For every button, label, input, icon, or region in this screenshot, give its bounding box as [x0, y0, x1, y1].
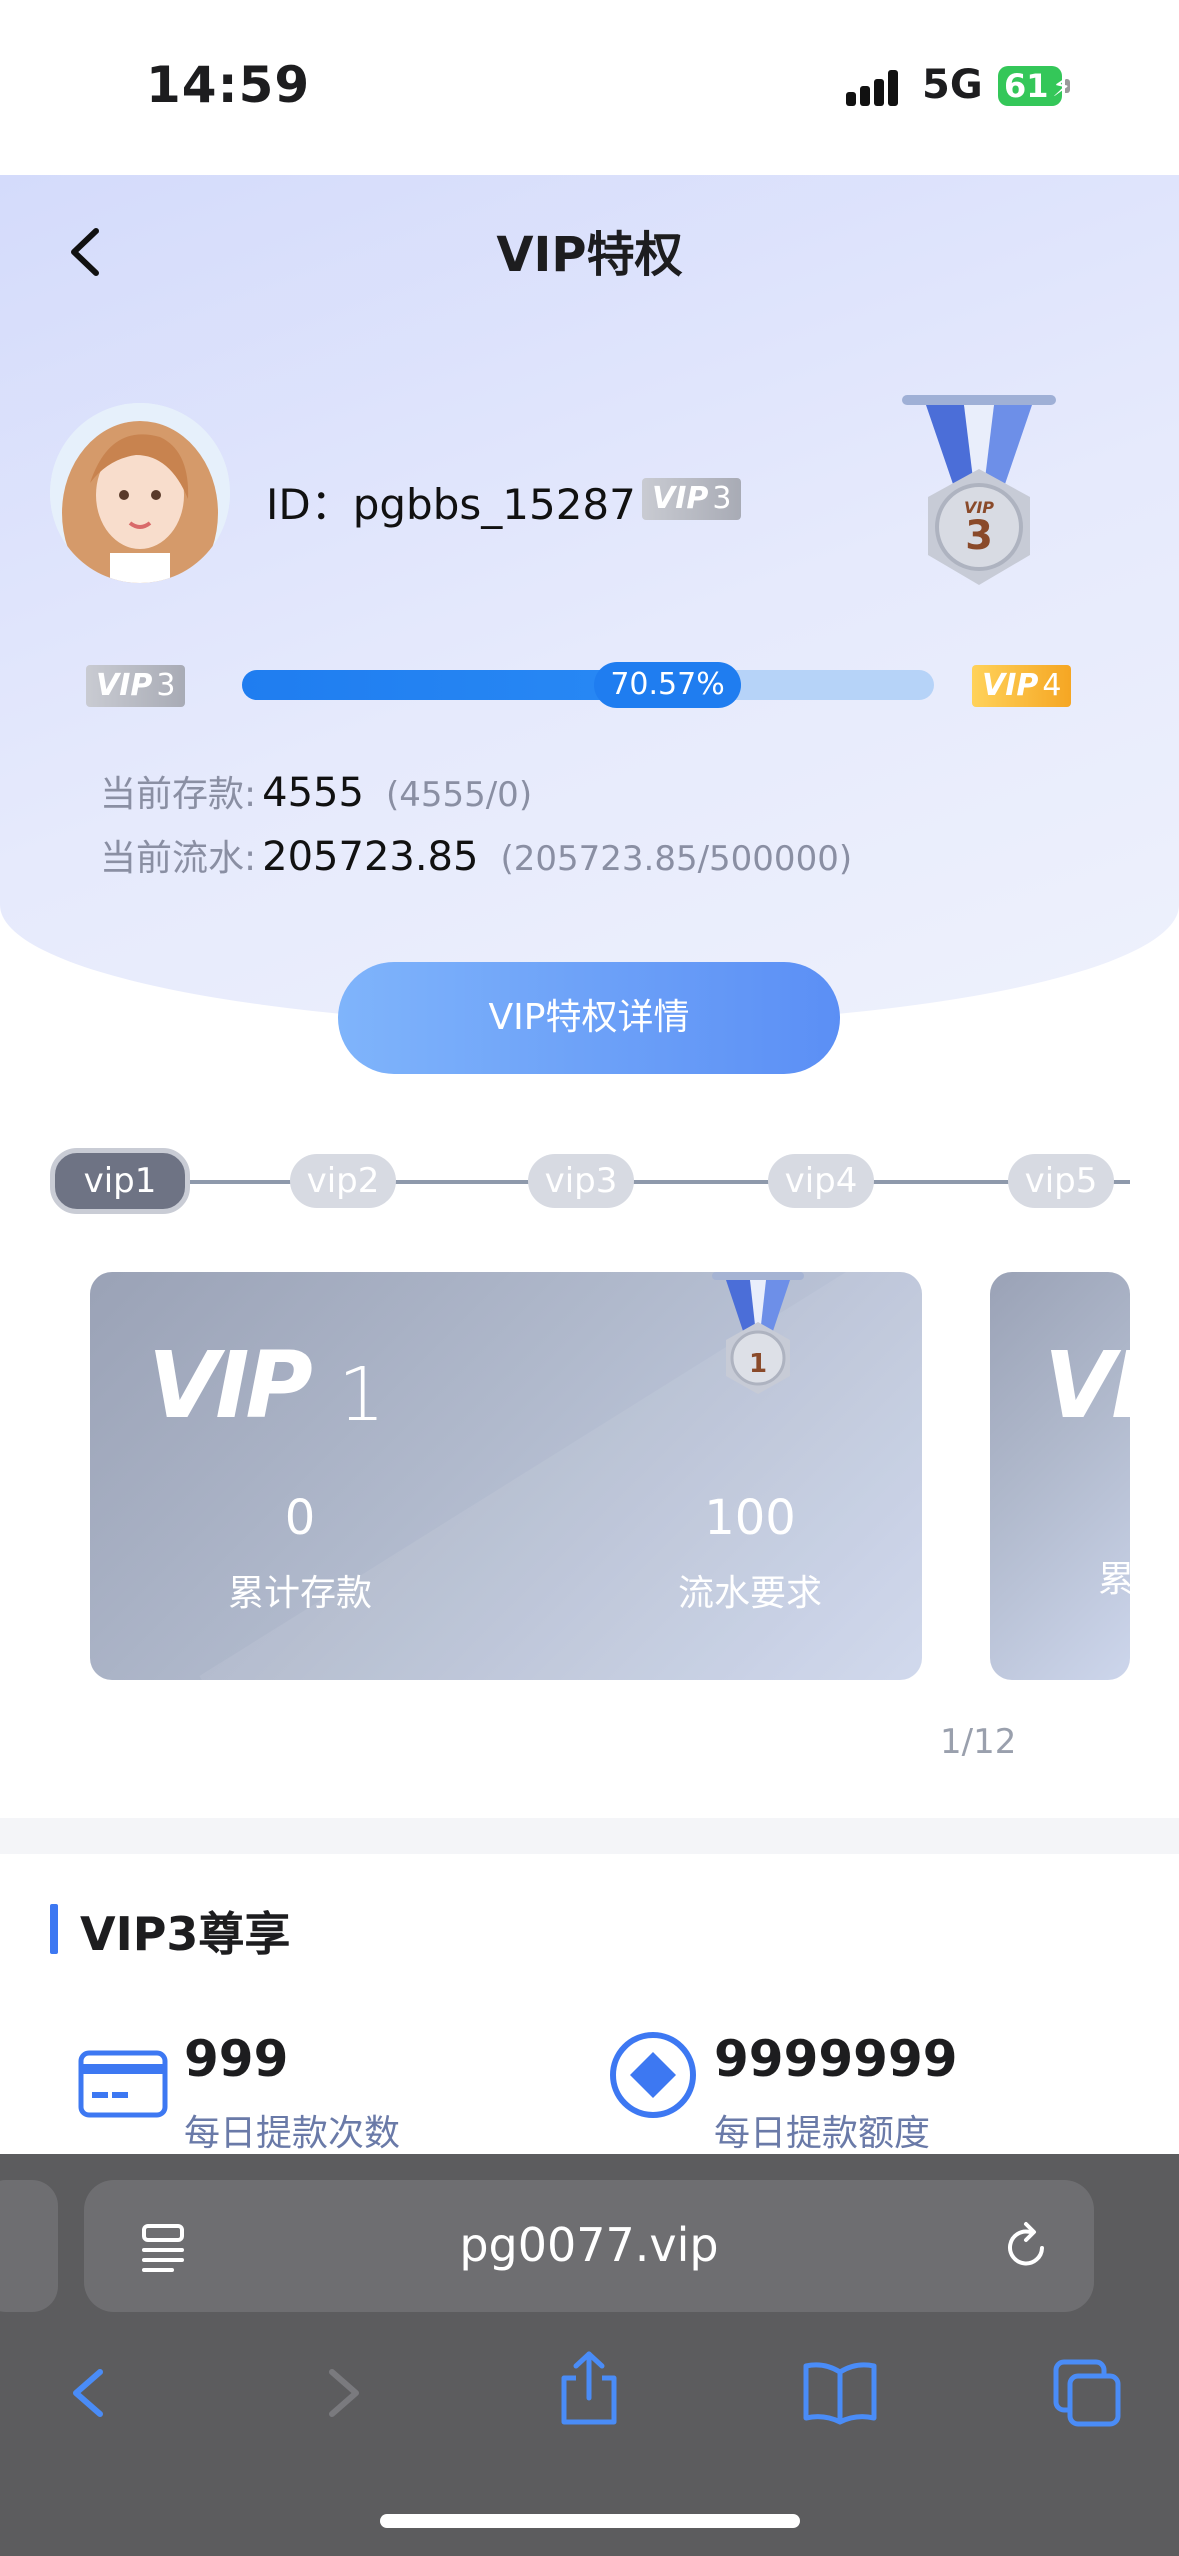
browser-back-icon[interactable] [60, 2358, 120, 2432]
card-deposit-label: 累计存款 [227, 1573, 372, 1614]
status-bar: 14:59 5G 61 ⚡ [0, 0, 1179, 175]
level-tab-vip1[interactable]: vip1 [50, 1148, 190, 1214]
avatar [50, 403, 230, 583]
vip-level-card-next[interactable]: VI 累 [990, 1272, 1130, 1680]
deposit-row: 当前存款: 4555 (4555/0) [100, 765, 532, 817]
deposit-label: 当前存款: [100, 774, 257, 815]
medal-level: 3 [965, 513, 993, 559]
previous-tab[interactable] [0, 2180, 58, 2312]
perk-label: 每日提款次数 [184, 2113, 401, 2154]
current-level-chip: VIP 3 [86, 665, 186, 707]
card-deposit: 0 累计存款 [150, 1490, 450, 1616]
card-vip-text: VIP [148, 1332, 313, 1439]
next-level-label: VIP [982, 668, 1039, 703]
level-progress-bar: 70.57% [242, 662, 934, 708]
card-turnover-label: 流水要求 [677, 1573, 822, 1614]
current-level-label: VIP [96, 668, 153, 703]
status-time: 14:59 [146, 56, 311, 114]
section-title: VIP3尊享 [50, 1898, 290, 1964]
card-deposit-value: 0 [284, 1490, 316, 1546]
vip-hero: VIP特权 ID：pgbbs_15287 VIP 3 VIP 3 VIP 3 7… [0, 175, 1179, 1025]
vip-level-card[interactable]: VIP 1 1 0 累计存款 100 流水要求 [90, 1272, 922, 1680]
turnover-value: 205723.85 [262, 834, 479, 880]
next-level-chip: VIP 4 [972, 665, 1072, 707]
bookmarks-icon[interactable] [800, 2358, 880, 2432]
signal-icon [846, 68, 906, 106]
perk-value: 999 [184, 2030, 289, 2088]
level-tab-vip3[interactable]: vip3 [528, 1154, 634, 1208]
card-medal-level: 1 [749, 1349, 767, 1379]
level-tab-vip5[interactable]: vip5 [1008, 1154, 1114, 1208]
level-tab-vip4[interactable]: vip4 [768, 1154, 874, 1208]
battery-level: 61 [1004, 67, 1049, 105]
tabs-icon[interactable] [1052, 2358, 1124, 2434]
card-turnover-value: 100 [704, 1490, 796, 1546]
url-bar[interactable]: pg0077.vip [84, 2180, 1094, 2312]
next-level-num: 4 [1042, 668, 1062, 703]
vip-level-badge: VIP 3 [642, 478, 742, 520]
browser-forward-icon[interactable] [312, 2358, 372, 2432]
level-tab-vip2[interactable]: vip2 [290, 1154, 396, 1208]
progress-percent: 70.57% [594, 662, 741, 708]
network-type: 5G [922, 62, 983, 108]
card-turnover: 100 流水要求 [600, 1490, 900, 1616]
peek-vip-text: VI [1044, 1332, 1130, 1439]
perk-value: 9999999 [714, 2030, 958, 2088]
deposit-detail: (4555/0) [385, 775, 533, 815]
card-icon [78, 2050, 168, 2124]
share-icon[interactable] [556, 2348, 622, 2432]
deposit-value: 4555 [262, 770, 364, 816]
peek-label: 累 [1098, 1559, 1130, 1600]
medal-icon: VIP 3 [894, 387, 1064, 617]
charging-icon: ⚡ [1052, 70, 1072, 103]
current-level-num: 3 [156, 668, 176, 703]
medal-icon-small: 1 [708, 1272, 808, 1422]
turnover-label: 当前流水: [100, 838, 257, 879]
section-divider [0, 1818, 1179, 1854]
user-id: ID：pgbbs_15287 [266, 480, 636, 529]
url-text: pg0077.vip [459, 2218, 719, 2272]
vip-badge-level: 3 [712, 481, 732, 516]
vip-detail-button[interactable]: VIP特权详情 [338, 962, 840, 1074]
turnover-row: 当前流水: 205723.85 (205723.85/500000) [100, 829, 852, 881]
turnover-detail: (205723.85/500000) [500, 839, 853, 879]
browser-toolbar: pg0077.vip [0, 2154, 1179, 2556]
home-indicator[interactable] [380, 2514, 800, 2528]
vip-badge-label: VIP [652, 481, 709, 516]
page-title: VIP特权 [496, 227, 683, 283]
card-level: 1 [338, 1352, 386, 1438]
diamond-icon [608, 2030, 698, 2124]
perk-label: 每日提款额度 [714, 2113, 931, 2154]
reload-icon[interactable] [1000, 2220, 1054, 2278]
card-pager: 1/12 [940, 1722, 1017, 1762]
